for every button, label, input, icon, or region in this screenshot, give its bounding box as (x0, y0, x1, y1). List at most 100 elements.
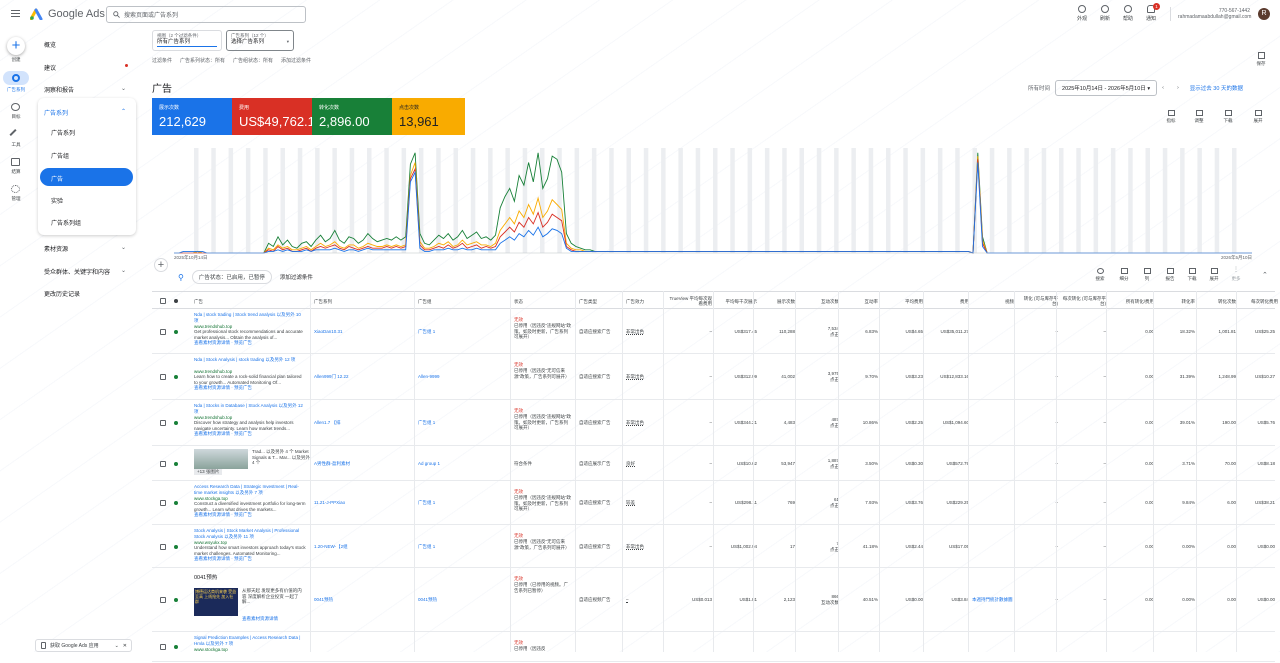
add-annotation-button[interactable]: + (154, 258, 168, 272)
campaign-link[interactable]: A男性群-盈利素材 (314, 461, 350, 467)
campaign-status-chip[interactable]: 广告系列状态：所有 (180, 57, 225, 64)
adgroup-link[interactable]: 广告组 1 (418, 544, 435, 550)
asset-details-link[interactable]: 查看素材资源详情 · 预览广告 (194, 512, 252, 518)
ad-name[interactable]: 0041预热 (194, 575, 217, 582)
asset-details-link[interactable]: 查看素材资源详情 · 预览广告 (194, 340, 252, 346)
column-header[interactable]: 视频 (972, 292, 1014, 310)
column-header[interactable]: 广告 (194, 292, 304, 310)
last-30-days-link[interactable]: 显示过去 30 天的数据 (1190, 84, 1243, 92)
nav-recommendations[interactable]: 建议 (44, 63, 56, 72)
nav-adgroups[interactable]: 广告组 (51, 151, 69, 160)
row-checkbox[interactable] (160, 597, 166, 603)
column-header[interactable]: 广告效力 (626, 292, 666, 310)
ad-headline[interactable]: Signal Prediction Examples | Access Rese… (194, 635, 306, 646)
get-app-bar[interactable]: 获取 Google Ads 应用 ⌄ ✕ (35, 639, 132, 652)
status-label[interactable]: 无效 (514, 408, 523, 414)
add-filter-link[interactable]: 添加过滤条件 (281, 57, 311, 64)
collapse-icon[interactable]: ⌃ (1262, 271, 1268, 279)
metric-impressions[interactable]: 展示次数 212,629 (152, 98, 232, 135)
more-images-label[interactable]: +13 张图片 (194, 469, 223, 475)
campaigns-rail-button[interactable] (3, 71, 29, 85)
column-header[interactable]: TrueView 平均每次观看费用 (667, 292, 712, 310)
notifications-button[interactable]: 通知 1 (1139, 3, 1163, 22)
adgroup-link[interactable]: 广告组 1 (418, 420, 435, 426)
table-columns-button[interactable]: 列 (1137, 268, 1157, 282)
next-period-icon[interactable]: › (1177, 85, 1179, 91)
campaign-link[interactable]: Allen1.7 【排 (314, 420, 341, 426)
adgroup-link[interactable]: 广告组 1 (418, 500, 435, 506)
goals-icon[interactable] (11, 103, 20, 111)
ad-headline[interactable]: Nda | Stocks in Database | Stock Analysi… (194, 403, 306, 414)
view-selector[interactable]: 视图（2 个过滤条件） 所有广告系列 (152, 30, 222, 51)
nav-experiments[interactable]: 实验 (51, 196, 63, 205)
nav-campaigns[interactable]: 广告系列 (44, 108, 68, 117)
column-header[interactable]: 所有转化/费用 (1110, 292, 1154, 310)
column-header[interactable]: 广告系列 (314, 292, 409, 310)
chevron-up-icon[interactable]: ⌃ (121, 108, 126, 115)
account-info[interactable]: 770-567-1442 rahmadamaabdullah@gmail.com (1178, 8, 1251, 20)
status-label[interactable]: 无效 (514, 489, 523, 495)
chevron-down-icon[interactable]: ⌄ (121, 267, 126, 274)
adgroup-link[interactable]: Ad group 1 (418, 461, 440, 467)
chart-download-button[interactable]: 下载 (1218, 110, 1238, 124)
ad-headline[interactable]: Stock Analysis | Stock Market Analysis |… (194, 528, 306, 539)
ad-strength[interactable]: 较差 (626, 500, 635, 506)
avatar[interactable]: R (1258, 8, 1270, 20)
row-checkbox[interactable] (160, 543, 166, 550)
date-range-picker[interactable]: 2025年10月14日 - 2026年5月10日 ▾ (1055, 80, 1158, 96)
select-all-checkbox[interactable] (160, 298, 166, 304)
nav-overview[interactable]: 概览 (44, 40, 56, 49)
column-header[interactable]: 平均费用 (883, 292, 923, 310)
column-header[interactable]: 广告类型 (579, 292, 624, 310)
refresh-button[interactable]: 刷新 (1093, 5, 1117, 22)
campaign-link[interactable]: 1.20-NEW-【2组 (314, 544, 348, 550)
status-label[interactable]: 无效 (514, 317, 523, 323)
tools-icon[interactable] (9, 128, 22, 142)
nav-campaign-groups[interactable]: 广告系列组 (51, 218, 81, 227)
status-label[interactable]: 符合条件 (514, 461, 532, 467)
metric-conversions[interactable]: 转化次数 2,896.00 (312, 98, 392, 135)
asset-details-link[interactable]: 查看素材资源详情 · 预览广告 (194, 431, 252, 437)
ad-strength[interactable]: 良好 (626, 461, 635, 467)
asset-details-link[interactable]: 查看素材资源详情 · 预览广告 (194, 556, 252, 562)
column-header[interactable]: 每次转化 (可与库存平台) (1060, 292, 1106, 310)
row-checkbox[interactable] (160, 374, 166, 380)
column-header[interactable]: 转化次数 (1200, 292, 1236, 310)
chart-expand-button[interactable]: 展开 (1248, 110, 1268, 124)
nav-assets[interactable]: 素材资源 (44, 244, 68, 253)
chevron-down-icon[interactable]: ⌄ (121, 85, 126, 92)
column-header[interactable]: 平均每千次展示 (717, 292, 758, 310)
ad-strength[interactable]: 非常出色 (626, 329, 644, 335)
row-checkbox[interactable] (160, 644, 166, 650)
campaign-link[interactable]: 0041预热 (314, 597, 333, 603)
ad-strength[interactable]: 非常出色 (626, 374, 644, 380)
adgroup-link[interactable]: 0041预热 (418, 597, 437, 603)
search-input[interactable]: 搜索页面或广告系列 (106, 6, 306, 23)
close-icon[interactable]: ✕ (123, 643, 127, 649)
ad-strength[interactable]: 非常出色 (626, 544, 644, 550)
row-checkbox[interactable] (160, 420, 166, 426)
ad-status-chip[interactable]: 广告状态：已启用，已暂停 (191, 270, 272, 284)
table-reports-button[interactable]: 报告 (1160, 268, 1180, 282)
table-more-button[interactable]: ⋮ 更多 (1226, 267, 1246, 282)
column-header[interactable]: 每次转化费用 (1240, 292, 1278, 310)
status-label[interactable]: 无效 (514, 362, 523, 368)
ad-name[interactable]: Trad... 以及另外 4 个 Market Signals & T... M… (252, 449, 310, 466)
column-header[interactable]: 展示次数 (757, 292, 795, 310)
nav-change-history[interactable]: 更改历史记录 (44, 289, 80, 298)
status-label[interactable]: 无效 (514, 576, 523, 582)
menu-icon[interactable] (11, 10, 20, 17)
save-button[interactable]: 保存 (1254, 52, 1268, 67)
column-header[interactable]: 转化 (可与库存平台) (1018, 292, 1058, 310)
create-button[interactable]: + (7, 37, 25, 55)
column-header[interactable]: 互动次数 (799, 292, 839, 310)
asset-details-link[interactable]: 查看素材资源详情 · 预览广告 (194, 385, 252, 391)
ad-headline[interactable]: Nda | stock trading | Stock trend analys… (194, 312, 306, 323)
column-header[interactable]: 互动率 (842, 292, 879, 310)
campaign-link[interactable]: Allen999门 12.22 (314, 374, 349, 380)
filter-icon[interactable]: ⚲ (178, 273, 184, 282)
adgroup-link[interactable]: 广告组 1 (418, 329, 435, 335)
video-thumbnail[interactable]: 博德运达商机来袭 受益至高 上线抢先 加入社群 (194, 588, 238, 616)
ad-headline[interactable]: Access Research Data | Strategic Investm… (194, 484, 306, 495)
campaign-selector[interactable]: 广告系列（12 个） 选择广告系列 ▾ (226, 30, 294, 51)
